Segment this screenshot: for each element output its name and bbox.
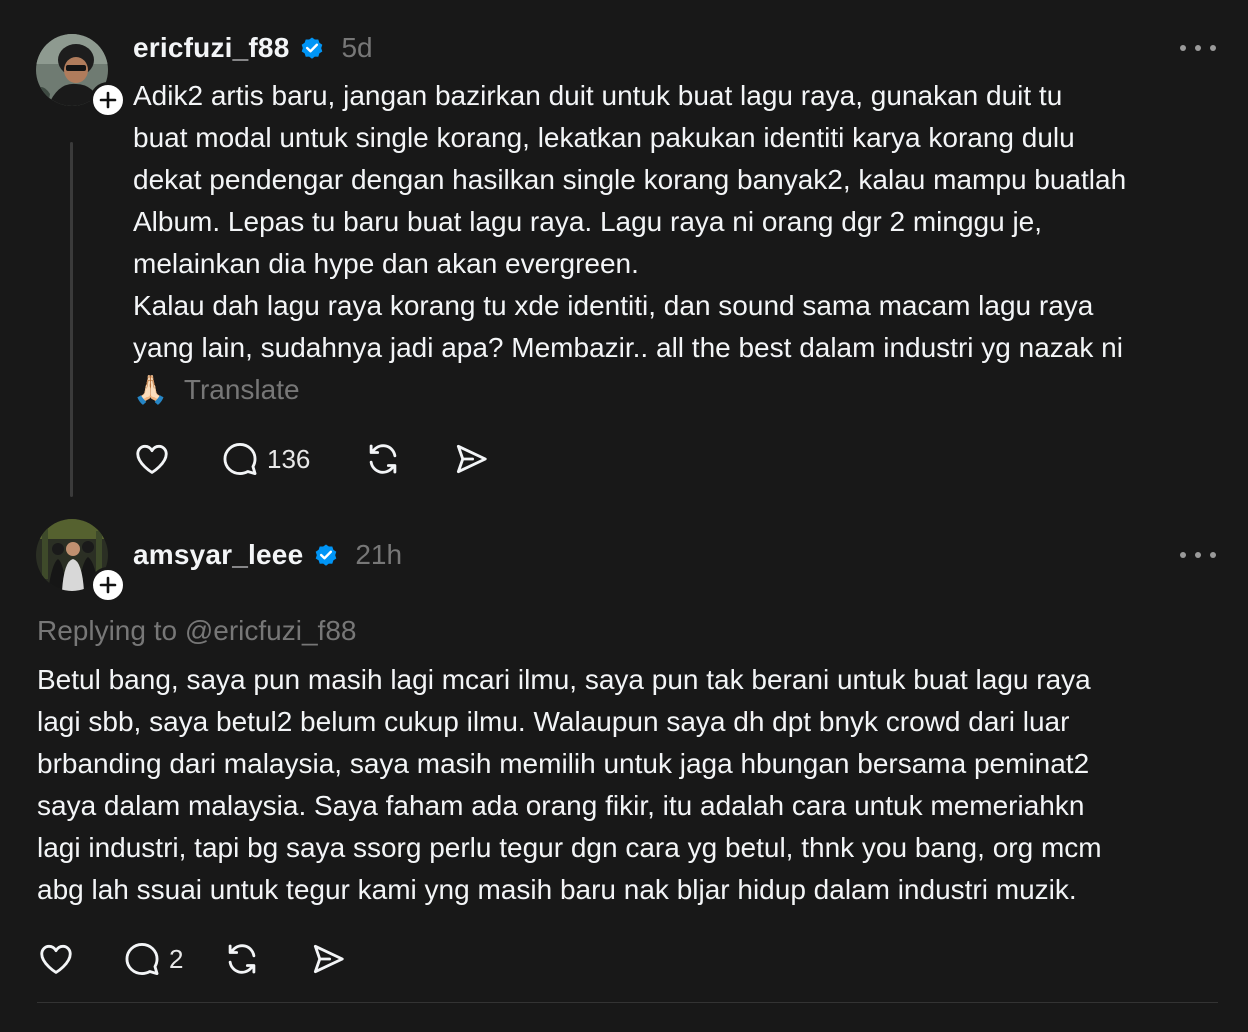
plus-icon bbox=[99, 576, 117, 594]
verified-badge-icon bbox=[316, 544, 337, 566]
heart-icon bbox=[40, 944, 72, 974]
post-actions: 2 bbox=[37, 939, 347, 979]
plus-icon bbox=[99, 91, 117, 109]
post-header: amsyar_leee 21h bbox=[133, 538, 402, 572]
repost-icon bbox=[229, 944, 256, 974]
post-time[interactable]: 5d bbox=[341, 32, 372, 64]
replying-to-label[interactable]: Replying to @ericfuzi_f88 bbox=[37, 615, 356, 647]
more-options-button[interactable] bbox=[1180, 545, 1216, 565]
like-button[interactable] bbox=[37, 940, 75, 978]
more-icon-dot bbox=[1195, 45, 1201, 51]
follow-button[interactable] bbox=[90, 567, 126, 603]
reply-count: 2 bbox=[169, 943, 184, 974]
heart-icon bbox=[136, 444, 168, 474]
more-icon-dot bbox=[1195, 552, 1201, 558]
follow-button[interactable] bbox=[90, 82, 126, 118]
reply-count: 136 bbox=[267, 443, 311, 474]
more-icon-dot bbox=[1210, 45, 1216, 51]
more-options-button[interactable] bbox=[1180, 38, 1216, 58]
username[interactable]: amsyar_leee bbox=[133, 539, 303, 571]
post-text: Betul bang, saya pun masih lagi mcari il… bbox=[37, 664, 1102, 905]
reply-button[interactable]: 2 bbox=[123, 940, 183, 978]
share-button[interactable] bbox=[309, 940, 347, 978]
translate-link[interactable]: Translate bbox=[184, 374, 300, 405]
author-avatar-container[interactable] bbox=[36, 519, 126, 603]
more-icon-dot bbox=[1210, 552, 1216, 558]
more-icon bbox=[1180, 552, 1186, 558]
post-text: Adik2 artis baru, jangan bazirkan duit u… bbox=[133, 80, 1127, 405]
post-actions: 136 bbox=[133, 439, 490, 479]
repost-icon bbox=[370, 444, 397, 474]
send-icon bbox=[314, 944, 345, 974]
repost-button[interactable] bbox=[223, 940, 261, 978]
comment-icon bbox=[125, 943, 159, 975]
more-icon bbox=[1180, 45, 1186, 51]
post-body: Adik2 artis baru, jangan bazirkan duit u… bbox=[133, 75, 1233, 411]
post-header: ericfuzi_f88 5d bbox=[133, 31, 373, 65]
verified-badge-icon bbox=[302, 37, 323, 59]
like-button[interactable] bbox=[133, 440, 171, 478]
post-time[interactable]: 21h bbox=[355, 539, 402, 571]
reply-button[interactable]: 136 bbox=[221, 440, 310, 478]
comment-icon bbox=[223, 443, 257, 475]
post-divider bbox=[37, 1002, 1218, 1003]
username[interactable]: ericfuzi_f88 bbox=[133, 32, 289, 64]
reply-post: amsyar_leee 21h Replying to @ericfuzi_f8… bbox=[0, 510, 1248, 1032]
share-button[interactable] bbox=[452, 440, 490, 478]
send-icon bbox=[457, 444, 488, 474]
thread-connector-line bbox=[70, 142, 73, 497]
author-avatar-container[interactable] bbox=[36, 34, 126, 118]
thread-post-root: ericfuzi_f88 5d Adik2 artis baru, jangan… bbox=[0, 0, 1248, 510]
repost-button[interactable] bbox=[364, 440, 402, 478]
